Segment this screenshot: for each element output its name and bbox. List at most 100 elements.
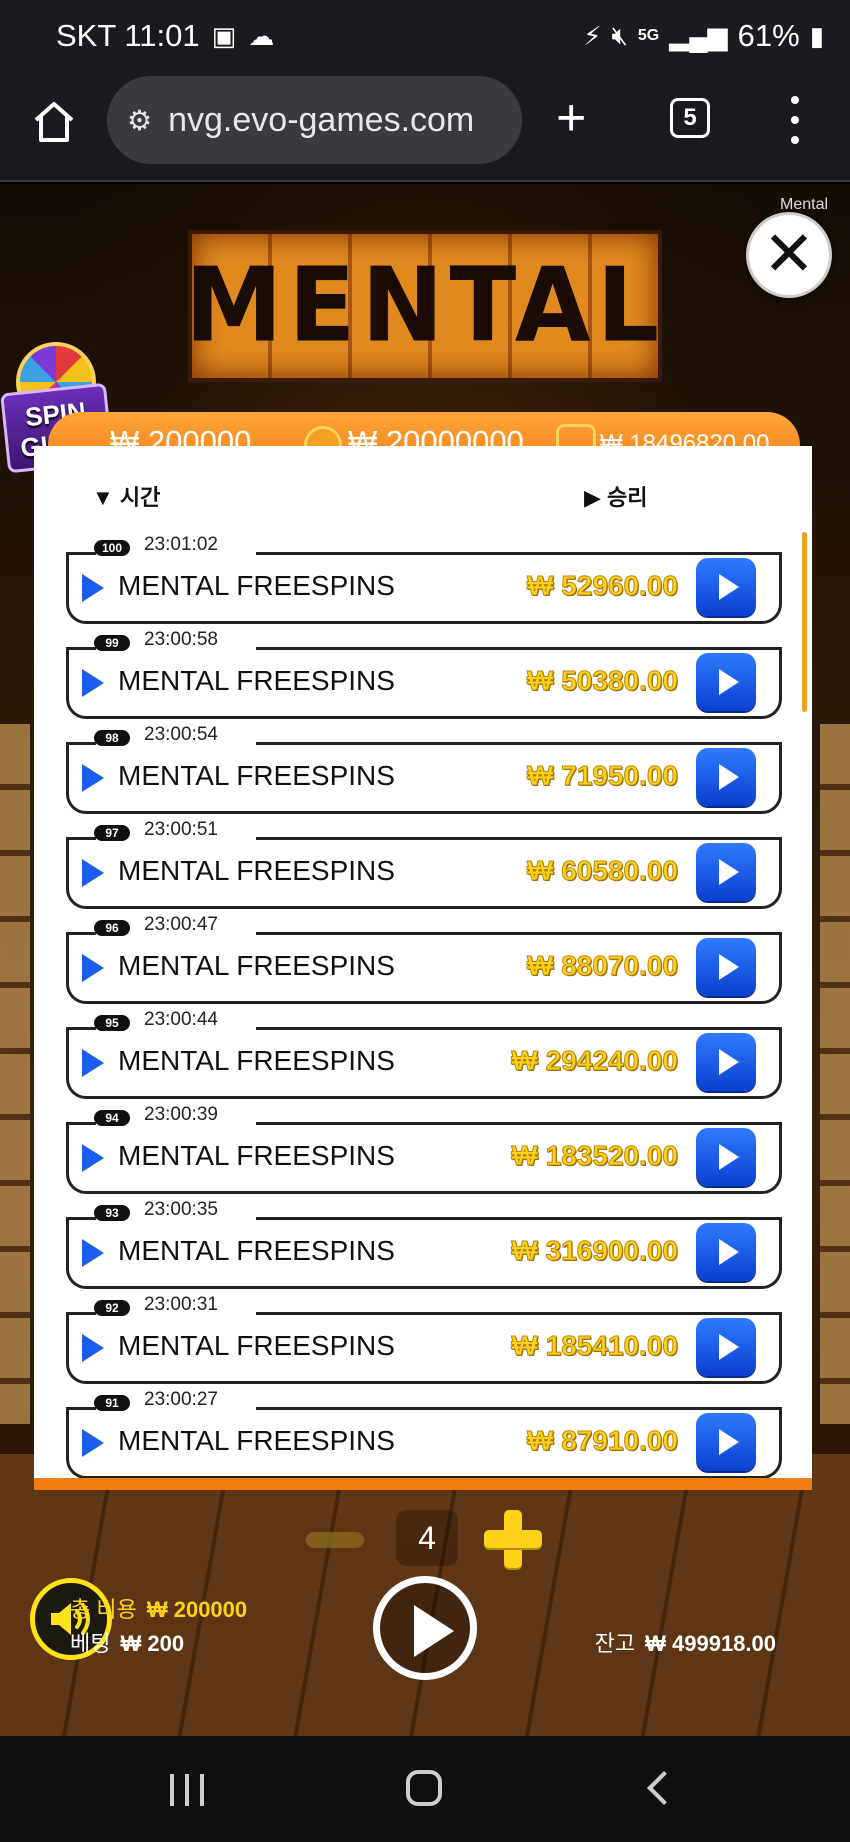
sort-time-header[interactable]: ▼ 시간 [92, 480, 160, 512]
round-time: 23:00:58 [142, 629, 224, 651]
round-title: MENTAL FREESPINS [118, 855, 395, 886]
row-frame-line [66, 932, 96, 935]
tab-switcher-button[interactable]: 5 [670, 98, 710, 138]
round-number-badge: 93 [94, 1205, 130, 1221]
mute-icon: 🔇︎ [611, 20, 628, 50]
row-frame-line [66, 1027, 96, 1030]
browser-menu-button[interactable] [785, 96, 805, 144]
replay-button[interactable] [696, 1033, 756, 1091]
round-number-badge: 100 [94, 540, 130, 556]
round-time: 23:00:35 [142, 1199, 224, 1221]
sort-win-header[interactable]: ▶ 승리 [584, 480, 648, 512]
history-row[interactable]: 9023:00:23 [66, 1480, 782, 1490]
history-row[interactable]: 98 23:00:54 MENTAL FREESPINS ₩ 71950.00 [66, 720, 782, 814]
round-title: MENTAL FREESPINS [118, 950, 395, 981]
total-cost-label: 총 비용 [70, 1597, 137, 1622]
history-row[interactable]: 95 23:00:44 MENTAL FREESPINS ₩ 294240.00 [66, 1005, 782, 1099]
replay-button[interactable] [696, 1223, 756, 1281]
win-amount: ₩ 50380.00 [527, 665, 679, 697]
play-icon [82, 1334, 104, 1362]
play-icon [82, 1239, 104, 1267]
game-logo: MENTAL [185, 230, 666, 382]
history-row[interactable]: 96 23:00:47 MENTAL FREESPINS ₩ 88070.00 [66, 910, 782, 1004]
bet: 베팅 ₩ 200 [70, 1626, 184, 1658]
gallery-icon: ▣ [211, 20, 237, 51]
history-row[interactable]: 99 23:00:58 MENTAL FREESPINS ₩ 50380.00 [66, 625, 782, 719]
round-title: MENTAL FREESPINS [118, 760, 395, 791]
new-tab-button[interactable]: + [556, 92, 586, 144]
replay-button[interactable] [696, 1128, 756, 1186]
history-header: ▼ 시간 ▶ 승리 [34, 472, 812, 512]
background-window [820, 724, 850, 1424]
row-frame-line [256, 1217, 782, 1220]
bet-value: ₩ 200 [120, 1631, 185, 1656]
round-number-badge: 92 [94, 1300, 130, 1316]
history-row[interactable]: 100 23:01:02 MENTAL FREESPINS ₩ 52960.00 [66, 530, 782, 624]
row-frame-line [256, 742, 782, 745]
browser-toolbar: ⚙ nvg.evo-games.com + 5 [0, 76, 850, 182]
round-title: MENTAL FREESPINS [118, 665, 395, 696]
history-row[interactable]: 92 23:00:31 MENTAL FREESPINS ₩ 185410.00 [66, 1290, 782, 1384]
background-window [0, 724, 30, 1424]
play-icon [82, 574, 104, 602]
home-icon[interactable] [30, 98, 78, 146]
history-row[interactable]: 91 23:00:27 MENTAL FREESPINS ₩ 87910.00 [66, 1385, 782, 1478]
time-column-label: 시간 [119, 485, 161, 510]
replay-button[interactable] [696, 938, 756, 996]
replay-button[interactable] [696, 843, 756, 901]
replay-button[interactable] [696, 653, 756, 711]
spin-button[interactable] [373, 1576, 477, 1680]
row-frame-line [66, 742, 96, 745]
round-time: 23:00:39 [142, 1104, 224, 1126]
win-amount: ₩ 87910.00 [527, 1425, 679, 1457]
round-title: MENTAL FREESPINS [118, 1330, 395, 1361]
carrier-time: SKT 11:01 [56, 18, 200, 53]
row-frame-line [66, 552, 96, 555]
play-icon [82, 859, 104, 887]
round-title: MENTAL FREESPINS [118, 1425, 395, 1456]
row-frame-line [256, 1027, 782, 1030]
row-frame-line [256, 1312, 782, 1315]
row-frame-line [66, 1407, 96, 1410]
history-row[interactable]: 94 23:00:39 MENTAL FREESPINS ₩ 183520.00 [66, 1100, 782, 1194]
round-number-badge: 95 [94, 1015, 130, 1031]
round-time: 23:00:23 [142, 1484, 224, 1490]
status-bar: SKT 11:01 ▣ ☁ ⚡ 🔇︎ 5G ▂▄▆ 61% ▮ [0, 0, 850, 76]
history-panel: ▼ 시간 ▶ 승리 100 23:01:02 MENTAL FREESPINS ₩ 5… [34, 446, 812, 1490]
round-title: MENTAL FREESPINS [118, 1235, 395, 1266]
round-title: MENTAL FREESPINS [118, 1140, 395, 1171]
win-column-label: 승리 [607, 485, 648, 510]
close-button[interactable]: ✕ [746, 212, 832, 298]
address-bar[interactable]: ⚙ nvg.evo-games.com [107, 76, 522, 164]
replay-button[interactable] [696, 1413, 756, 1471]
row-frame-line [66, 1217, 96, 1220]
game-area: MENTAL Mental ✕ SPIN GIFTS ₩ 200000 ₩ 20… [0, 184, 850, 1736]
replay-button[interactable] [696, 1318, 756, 1376]
site-settings-icon[interactable]: ⚙ [127, 104, 152, 137]
network-label: 5G [637, 27, 660, 44]
history-scrollbar[interactable] [802, 532, 807, 712]
round-title: MENTAL FREESPINS [118, 570, 395, 601]
increase-lines-button[interactable] [484, 1510, 542, 1568]
home-button[interactable] [406, 1770, 442, 1806]
win-amount: ₩ 52960.00 [527, 570, 679, 602]
win-amount: ₩ 88070.00 [527, 950, 679, 982]
replay-button[interactable] [696, 558, 756, 616]
back-button[interactable] [647, 1771, 681, 1805]
row-frame-line [66, 1122, 96, 1125]
decrease-lines-button[interactable] [306, 1532, 364, 1548]
replay-button[interactable] [696, 748, 756, 806]
balance-label: 잔고 [594, 1631, 636, 1656]
row-frame-line [256, 1407, 782, 1410]
row-frame-line [256, 837, 782, 840]
history-row[interactable]: 93 23:00:35 MENTAL FREESPINS ₩ 316900.00 [66, 1195, 782, 1289]
round-time: 23:00:27 [142, 1389, 224, 1411]
history-row[interactable]: 97 23:00:51 MENTAL FREESPINS ₩ 60580.00 [66, 815, 782, 909]
recent-apps-button[interactable] [170, 1774, 204, 1806]
round-number-badge: 96 [94, 920, 130, 936]
round-time: 23:01:02 [142, 534, 224, 556]
win-amount: ₩ 71950.00 [527, 760, 679, 792]
logo-text: MENTAL [185, 246, 666, 366]
bet-label: 베팅 [70, 1631, 111, 1656]
win-amount: ₩ 60580.00 [527, 855, 679, 887]
